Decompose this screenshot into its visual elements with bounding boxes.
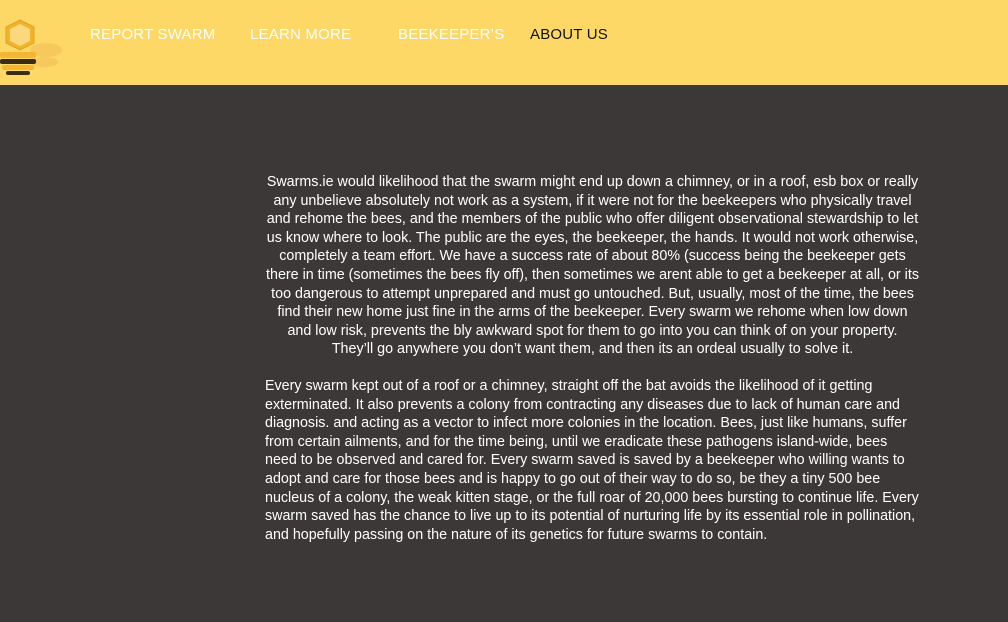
nav-report-swarm[interactable]: REPORT SWARM (90, 26, 215, 43)
nav-beekeepers[interactable]: BEEKEEPER’S (398, 26, 504, 43)
site-header: REPORT SWARM LEARN MORE BEEKEEPER’S ABOU… (0, 0, 1008, 85)
nav-about-us[interactable]: ABOUT US (530, 26, 608, 43)
about-content: Swarms.ie would likelihood that the swar… (265, 173, 920, 544)
about-paragraph-1: Swarms.ie would likelihood that the swar… (266, 174, 919, 358)
about-paragraph-2: Every swarm kept out of a roof or a chim… (265, 377, 919, 543)
bee-logo-icon[interactable] (0, 14, 62, 80)
nav-learn-more[interactable]: LEARN MORE (250, 26, 351, 43)
